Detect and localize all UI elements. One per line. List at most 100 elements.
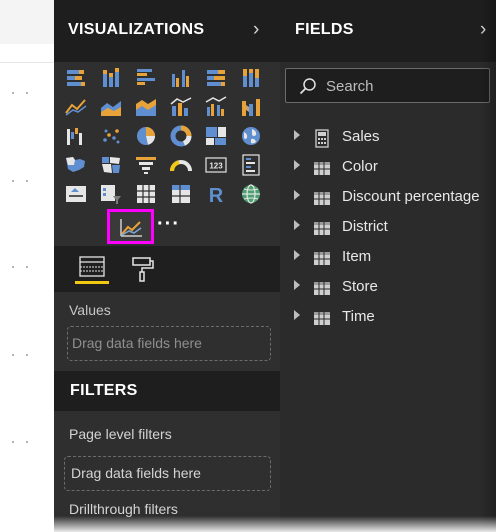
field-label: District <box>342 218 388 235</box>
canvas-grid-dot <box>26 180 28 182</box>
field-item[interactable]: Color <box>280 152 496 180</box>
table-icon <box>314 222 330 235</box>
canvas-grid-dot <box>26 92 28 94</box>
100-percent-stacked-column-chart-icon[interactable] <box>239 66 263 90</box>
calculator-icon <box>315 129 329 148</box>
expand-arrow-icon[interactable] <box>294 280 300 290</box>
field-item[interactable]: Store <box>280 272 496 300</box>
field-item[interactable]: Item <box>280 242 496 270</box>
field-item[interactable]: District <box>280 212 496 240</box>
line-and-stacked-column-chart-icon[interactable] <box>169 95 193 119</box>
chevron-right-icon[interactable]: › <box>253 20 259 39</box>
multi-row-card-icon[interactable] <box>239 153 263 177</box>
field-label: Store <box>342 278 378 295</box>
table-icon <box>314 192 330 205</box>
gauge-icon[interactable] <box>169 153 193 177</box>
canvas-grid-dot <box>12 266 14 268</box>
canvas-grid-dot <box>12 180 14 182</box>
kpi-icon[interactable] <box>64 182 88 206</box>
r-script-visual-icon[interactable]: R <box>204 182 228 206</box>
stacked-bar-chart-icon[interactable] <box>64 66 88 90</box>
filters-header: FILTERS <box>54 371 280 411</box>
ribbon-chart-icon[interactable] <box>239 95 263 119</box>
canvas-grid-dot <box>26 354 28 356</box>
more-visuals-button[interactable]: ··· <box>157 213 180 236</box>
fields-title: FIELDS <box>295 21 354 38</box>
100-percent-stacked-bar-chart-icon[interactable] <box>204 66 228 90</box>
stacked-column-chart-icon[interactable] <box>99 66 123 90</box>
scatter-chart-icon[interactable] <box>99 124 123 148</box>
donut-chart-icon[interactable] <box>169 124 193 148</box>
expand-arrow-icon[interactable] <box>294 130 300 140</box>
canvas-grid-dot <box>26 441 28 443</box>
field-label: Time <box>342 308 375 325</box>
pane-fade <box>54 516 496 532</box>
power-bi-panes: VISUALIZATIONS › 123 R ··· Values Drag d… <box>0 0 496 532</box>
table-icon <box>314 312 330 325</box>
page-filters-drop-zone[interactable]: Drag data fields here <box>64 456 271 491</box>
area-chart-icon[interactable] <box>99 95 123 119</box>
fields-search-box[interactable] <box>285 68 490 103</box>
table-icon <box>314 162 330 175</box>
filters-title: FILTERS <box>70 382 138 399</box>
fields-tab-icon <box>79 256 105 277</box>
expand-arrow-icon[interactable] <box>294 310 300 320</box>
expand-arrow-icon[interactable] <box>294 160 300 170</box>
svg-text:R: R <box>209 185 224 206</box>
custom-line-chart-icon[interactable] <box>107 209 154 244</box>
waterfall-chart-icon[interactable] <box>64 124 88 148</box>
line-chart-icon[interactable] <box>64 95 88 119</box>
card-icon[interactable]: 123 <box>204 153 228 177</box>
search-input[interactable] <box>326 77 486 96</box>
arcgis-map-icon[interactable] <box>239 182 263 206</box>
canvas-divider <box>0 62 54 63</box>
values-drop-zone[interactable]: Drag data fields here <box>67 326 271 361</box>
canvas-grid-dot <box>12 354 14 356</box>
tab-fields[interactable] <box>75 254 109 284</box>
table-icon <box>314 282 330 295</box>
treemap-icon[interactable] <box>204 124 228 148</box>
field-item[interactable]: Discount percentage <box>280 182 496 210</box>
drillthrough-filters-label: Drillthrough filters <box>69 501 178 517</box>
format-paint-roller-icon <box>132 257 154 282</box>
clustered-column-chart-icon[interactable] <box>169 66 193 90</box>
slicer-icon[interactable] <box>99 182 123 206</box>
expand-arrow-icon[interactable] <box>294 220 300 230</box>
pane-shadow <box>480 0 496 532</box>
page-level-filters-label: Page level filters <box>69 426 172 442</box>
field-label: Item <box>342 248 372 265</box>
fields-header: FIELDS › <box>280 0 496 62</box>
tab-format[interactable] <box>126 254 160 284</box>
map-icon[interactable] <box>239 124 263 148</box>
field-label: Color <box>342 158 378 175</box>
matrix-icon[interactable] <box>169 182 193 206</box>
line-and-clustered-column-chart-icon[interactable] <box>204 95 228 119</box>
search-icon <box>299 78 316 95</box>
field-label: Discount percentage <box>342 188 480 205</box>
report-canvas[interactable] <box>0 0 54 532</box>
expand-arrow-icon[interactable] <box>294 190 300 200</box>
field-label: Sales <box>342 128 380 145</box>
stacked-area-chart-icon[interactable] <box>134 95 158 119</box>
svg-text:123: 123 <box>209 162 223 171</box>
clustered-bar-chart-icon[interactable] <box>134 66 158 90</box>
canvas-grid-dot <box>12 441 14 443</box>
filled-map-icon[interactable] <box>64 153 88 177</box>
fields-pane: FIELDS › Sales Color Discount percentage Di… <box>280 0 496 532</box>
canvas-grid-dot <box>26 266 28 268</box>
funnel-icon[interactable] <box>134 153 158 177</box>
field-item[interactable]: Time <box>280 302 496 330</box>
pie-chart-icon[interactable] <box>134 124 158 148</box>
shape-map-icon[interactable] <box>99 153 123 177</box>
canvas-top-band <box>0 0 54 44</box>
table-icon <box>314 252 330 265</box>
visualizations-title: VISUALIZATIONS <box>68 21 205 38</box>
visualization-tabs <box>54 246 280 292</box>
expand-arrow-icon[interactable] <box>294 250 300 260</box>
visualizations-header: VISUALIZATIONS › <box>54 0 280 62</box>
table-icon[interactable] <box>134 182 158 206</box>
field-item[interactable]: Sales <box>280 122 496 150</box>
values-label: Values <box>69 302 111 318</box>
canvas-grid-dot <box>12 92 14 94</box>
visualizations-pane: VISUALIZATIONS › 123 R ··· Values Drag d… <box>54 0 280 532</box>
